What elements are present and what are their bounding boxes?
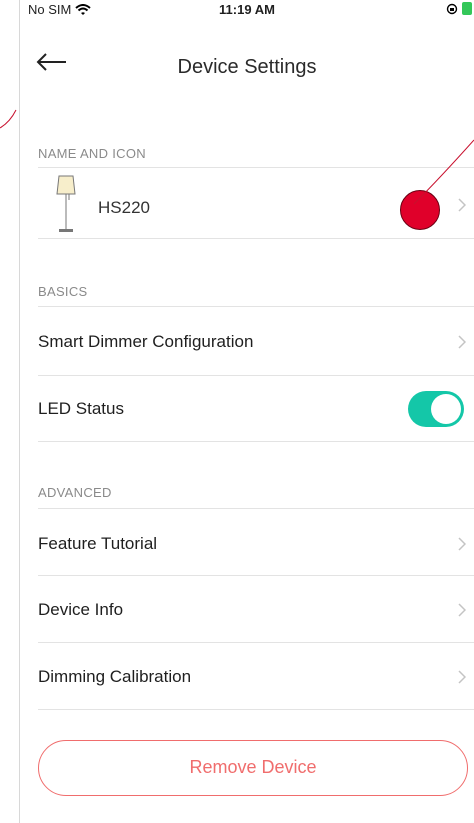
navigation-bar: Device Settings: [20, 20, 474, 114]
clock: 11:19 AM: [219, 2, 275, 17]
led-status-toggle[interactable]: [408, 391, 464, 427]
row-label: Feature Tutorial: [38, 534, 158, 553]
device-name: HS220: [98, 198, 150, 217]
tap-marker: [400, 190, 440, 230]
lamp-icon: [56, 175, 76, 232]
row-label: Smart Dimmer Configuration: [38, 332, 254, 351]
row-label: LED Status: [38, 399, 124, 418]
toggle-knob: [431, 394, 461, 424]
divider: [38, 642, 474, 643]
chevron-right-icon: [458, 335, 466, 349]
page-title: Device Settings: [177, 56, 317, 78]
divider: [38, 709, 474, 710]
chevron-right-icon: [458, 603, 466, 617]
app-screen: No SIM 11:19 AM Device Settings NAME AND…: [20, 0, 474, 823]
remove-device-button[interactable]: Remove Device: [38, 740, 468, 796]
divider: [38, 575, 474, 576]
chevron-right-icon: [458, 198, 466, 212]
status-bar: No SIM 11:19 AM: [20, 0, 474, 20]
row-label: Device Info: [38, 600, 124, 619]
section-header-name-and-icon: NAME AND ICON: [38, 146, 146, 161]
left-edge: [0, 0, 20, 823]
divider: [38, 238, 474, 239]
divider: [38, 508, 474, 509]
section-header-advanced: ADVANCED: [38, 485, 112, 500]
feature-tutorial-row[interactable]: Feature Tutorial: [20, 511, 474, 577]
section-header-basics: BASICS: [38, 284, 88, 299]
row-label: Dimming Calibration: [38, 667, 192, 686]
status-right: [446, 2, 472, 15]
smart-dimmer-configuration-row[interactable]: Smart Dimmer Configuration: [20, 309, 474, 375]
chevron-right-icon: [458, 537, 466, 551]
battery-icon: [462, 2, 472, 15]
chevron-right-icon: [458, 670, 466, 684]
device-info-row[interactable]: Device Info: [20, 577, 474, 643]
rotation-lock-icon: [446, 3, 458, 14]
dimming-calibration-row[interactable]: Dimming Calibration: [20, 644, 474, 710]
divider: [38, 306, 474, 307]
divider: [38, 441, 474, 442]
led-status-row: LED Status: [20, 376, 474, 442]
